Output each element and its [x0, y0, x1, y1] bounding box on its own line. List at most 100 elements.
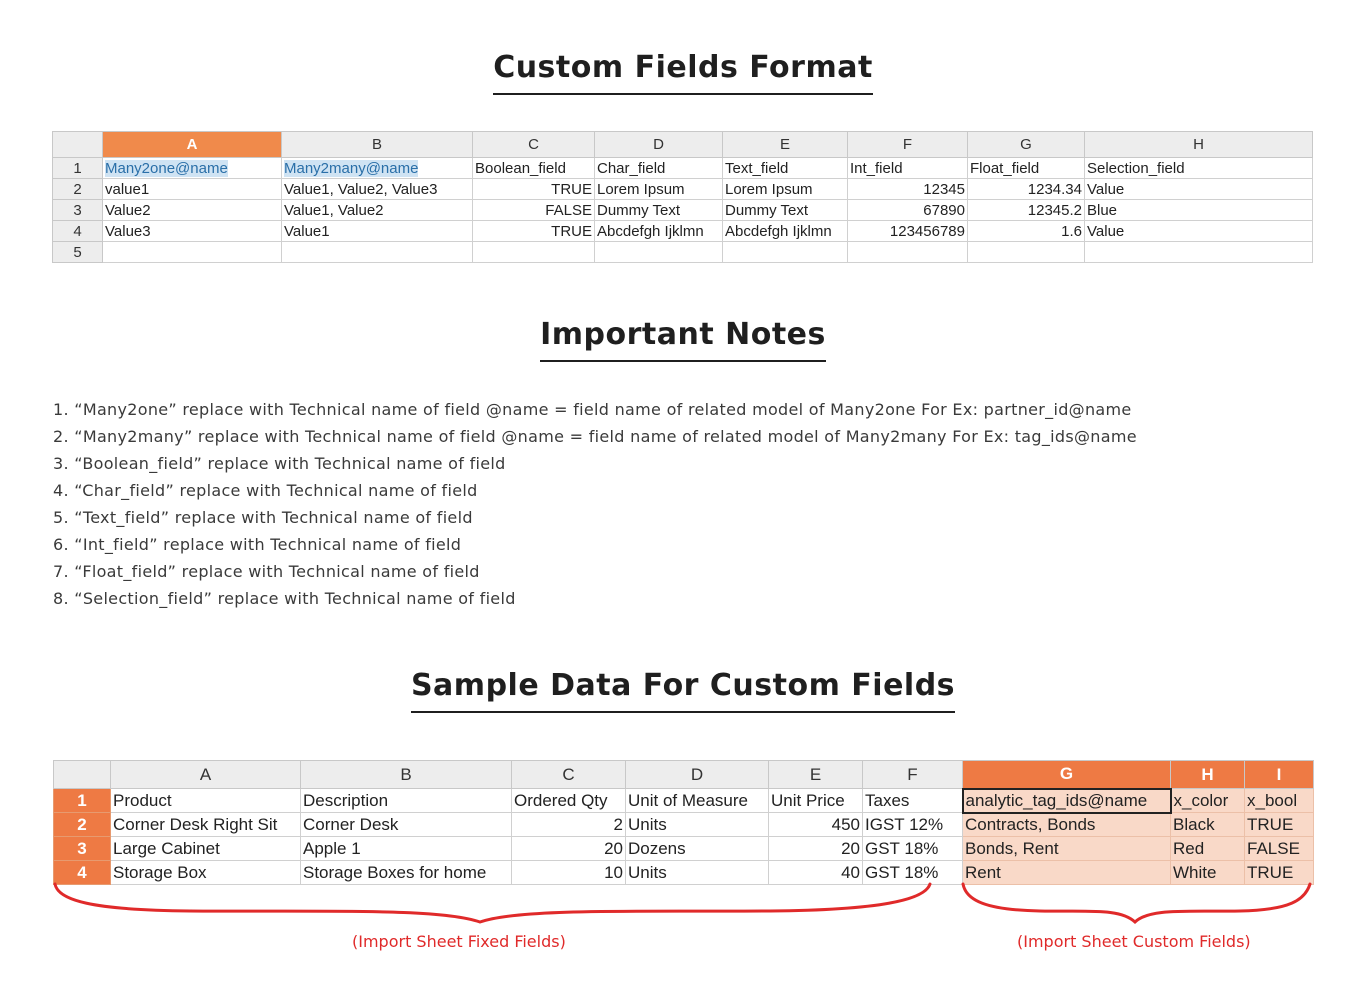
- column-header[interactable]: D: [594, 131, 723, 158]
- column-header[interactable]: B: [300, 760, 512, 789]
- cell[interactable]: Blue: [1084, 199, 1313, 221]
- row-header[interactable]: 2: [53, 812, 111, 837]
- column-header[interactable]: F: [862, 760, 963, 789]
- cell[interactable]: 1.6: [967, 220, 1085, 242]
- row-header[interactable]: 3: [53, 836, 111, 861]
- cell[interactable]: Value: [1084, 178, 1313, 200]
- column-header[interactable]: A: [110, 760, 301, 789]
- cell[interactable]: Corner Desk: [300, 812, 512, 837]
- cell[interactable]: Red: [1170, 836, 1245, 861]
- cell[interactable]: Bonds, Rent: [962, 836, 1171, 861]
- cell[interactable]: Ordered Qty: [511, 788, 626, 813]
- note-item: 2. “Many2many” replace with Technical na…: [53, 427, 1137, 446]
- cell[interactable]: Value1, Value2, Value3: [281, 178, 473, 200]
- column-header[interactable]: I: [1244, 760, 1314, 789]
- column-header[interactable]: G: [962, 760, 1171, 789]
- cell[interactable]: FALSE: [472, 199, 595, 221]
- table-row: 1 Product Description Ordered Qty Unit o…: [53, 787, 1314, 814]
- cell[interactable]: Dummy Text: [722, 199, 848, 221]
- cell[interactable]: Boolean_field: [472, 157, 595, 179]
- cell[interactable]: Many2many@name: [281, 157, 473, 179]
- column-header[interactable]: F: [847, 131, 968, 158]
- cell[interactable]: Value3: [102, 220, 282, 242]
- cell[interactable]: Dummy Text: [594, 199, 723, 221]
- cell[interactable]: Unit of Measure: [625, 788, 769, 813]
- cell[interactable]: TRUE: [472, 220, 595, 242]
- cell[interactable]: [472, 241, 595, 263]
- cell[interactable]: Value2: [102, 199, 282, 221]
- cell[interactable]: Float_field: [967, 157, 1085, 179]
- corner-cell: [52, 131, 103, 158]
- row-header[interactable]: 2: [52, 178, 103, 200]
- cell[interactable]: Value1, Value2: [281, 199, 473, 221]
- cell[interactable]: FALSE: [1244, 836, 1314, 861]
- cell[interactable]: Product: [110, 788, 301, 813]
- note-item: 8. “Selection_field” replace with Techni…: [53, 589, 516, 608]
- cell[interactable]: Many2one@name: [102, 157, 282, 179]
- cell[interactable]: Text_field: [722, 157, 848, 179]
- column-header[interactable]: H: [1084, 131, 1313, 158]
- cell[interactable]: Black: [1170, 812, 1245, 837]
- cell[interactable]: Contracts, Bonds: [962, 812, 1171, 837]
- column-header[interactable]: A: [102, 131, 282, 158]
- cell[interactable]: Large Cabinet: [110, 836, 301, 861]
- cell[interactable]: [847, 241, 968, 263]
- cell[interactable]: [594, 241, 723, 263]
- custom-fields-brace: [961, 882, 1312, 925]
- cell[interactable]: Lorem Ipsum: [722, 178, 848, 200]
- cell[interactable]: 123456789: [847, 220, 968, 242]
- cell[interactable]: Value: [1084, 220, 1313, 242]
- cell[interactable]: TRUE: [472, 178, 595, 200]
- cell[interactable]: Description: [300, 788, 512, 813]
- column-header[interactable]: B: [281, 131, 473, 158]
- row-header[interactable]: 4: [52, 220, 103, 242]
- cell[interactable]: GST 18%: [862, 836, 963, 861]
- cell[interactable]: Lorem Ipsum: [594, 178, 723, 200]
- column-header[interactable]: G: [967, 131, 1085, 158]
- cell[interactable]: [281, 241, 473, 263]
- cell[interactable]: Char_field: [594, 157, 723, 179]
- cell[interactable]: Unit Price: [768, 788, 863, 813]
- cell[interactable]: Abcdefgh Ijklmn: [594, 220, 723, 242]
- cell[interactable]: Abcdefgh Ijklmn: [722, 220, 848, 242]
- cell[interactable]: x_color: [1170, 788, 1245, 813]
- cell[interactable]: x_bool: [1244, 788, 1314, 813]
- cell[interactable]: Selection_field: [1084, 157, 1313, 179]
- custom-fields-format-heading: Custom Fields Format: [0, 50, 1366, 95]
- row-header[interactable]: 5: [52, 241, 103, 263]
- cell[interactable]: 12345.2: [967, 199, 1085, 221]
- note-item: 3. “Boolean_field” replace with Technica…: [53, 454, 506, 473]
- cell[interactable]: TRUE: [1244, 812, 1314, 837]
- cell[interactable]: 67890: [847, 199, 968, 221]
- cell[interactable]: [967, 241, 1085, 263]
- cell[interactable]: [1084, 241, 1313, 263]
- column-header[interactable]: E: [722, 131, 848, 158]
- cell[interactable]: 20: [768, 836, 863, 861]
- cell[interactable]: 1234.34: [967, 178, 1085, 200]
- cell[interactable]: Value1: [281, 220, 473, 242]
- cell[interactable]: Int_field: [847, 157, 968, 179]
- cell[interactable]: Corner Desk Right Sit: [110, 812, 301, 837]
- row-header[interactable]: 3: [52, 199, 103, 221]
- cell[interactable]: Dozens: [625, 836, 769, 861]
- row-header[interactable]: 1: [52, 157, 103, 179]
- cell[interactable]: Taxes: [862, 788, 963, 813]
- cell[interactable]: 20: [511, 836, 626, 861]
- note-item: 6. “Int_field” replace with Technical na…: [53, 535, 462, 554]
- cell[interactable]: 450: [768, 812, 863, 837]
- cell[interactable]: value1: [102, 178, 282, 200]
- row-header[interactable]: 1: [53, 788, 111, 813]
- column-header[interactable]: C: [511, 760, 626, 789]
- cell[interactable]: Apple 1: [300, 836, 512, 861]
- cell[interactable]: Units: [625, 812, 769, 837]
- cell[interactable]: IGST 12%: [862, 812, 963, 837]
- column-header[interactable]: C: [472, 131, 595, 158]
- column-header[interactable]: D: [625, 760, 769, 789]
- cell[interactable]: [102, 241, 282, 263]
- column-header[interactable]: E: [768, 760, 863, 789]
- column-header[interactable]: H: [1170, 760, 1245, 789]
- cell[interactable]: [722, 241, 848, 263]
- active-cell[interactable]: analytic_tag_ids@name: [961, 787, 1172, 814]
- cell[interactable]: 12345: [847, 178, 968, 200]
- cell[interactable]: 2: [511, 812, 626, 837]
